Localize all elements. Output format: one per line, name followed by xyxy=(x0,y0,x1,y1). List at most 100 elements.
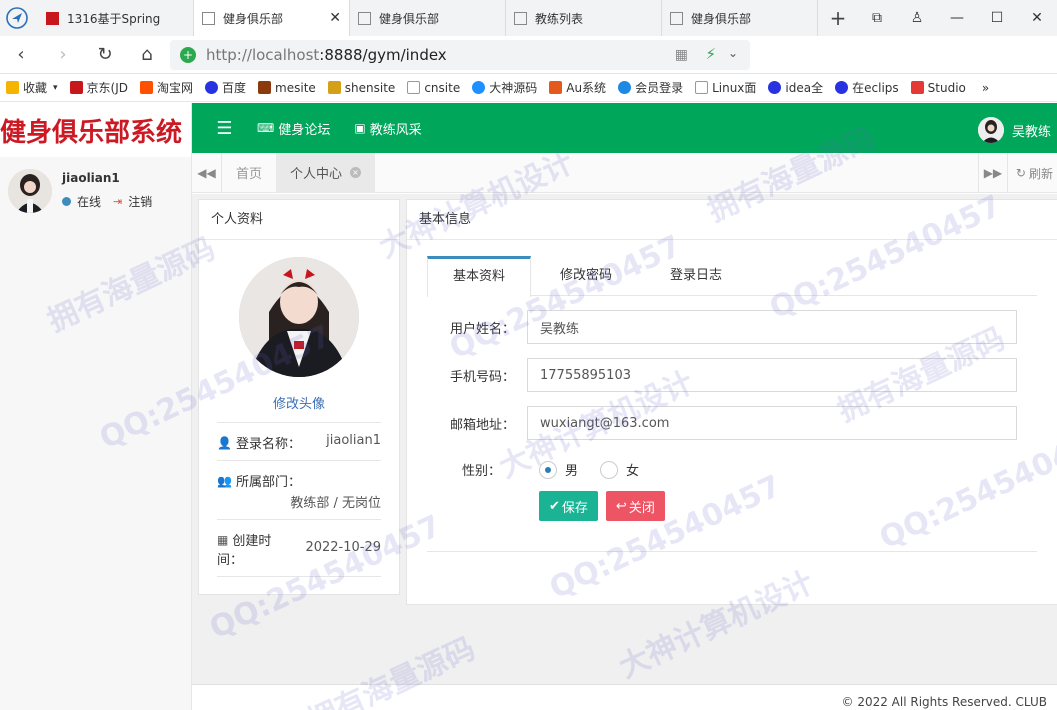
bookmark-item[interactable]: Au系统 xyxy=(549,79,606,96)
bookmark-item[interactable]: 会员登录 xyxy=(618,79,683,96)
email-input[interactable]: wuxiangt@163.com xyxy=(527,406,1017,440)
tabs-scroll-left-icon[interactable]: ◀◀ xyxy=(192,152,222,193)
bookmark-item[interactable]: Linux面 xyxy=(695,79,756,96)
shirt-icon[interactable]: ♙ xyxy=(897,10,937,26)
profile-info-list: 👤 登录名称： jiaolian1 👥 所属部门： 教练部 / 无岗位 ▦ 创建时 间… xyxy=(217,422,381,577)
bookmark-item[interactable]: 京东(JD xyxy=(69,79,128,96)
bookmarks-more-button[interactable]: » xyxy=(982,81,989,95)
bookmark-item[interactable]: 在eclips xyxy=(835,79,899,96)
close-window-icon[interactable]: ✕ xyxy=(1017,10,1057,26)
browser-logo-icon xyxy=(4,5,30,31)
new-tab-button[interactable]: + xyxy=(824,6,852,30)
bookmark-item[interactable]: idea全 xyxy=(768,79,823,96)
reload-icon[interactable]: ↻ xyxy=(84,44,126,65)
save-label: 保存 xyxy=(561,500,588,516)
form-buttons: ✔ 保存 ↩ 关闭 xyxy=(539,491,1037,521)
bookmark-item[interactable]: 百度 xyxy=(205,79,246,96)
forward-icon[interactable]: › xyxy=(42,44,84,65)
form-divider xyxy=(427,551,1037,552)
refresh-button[interactable]: ↻ 刷新 xyxy=(1008,165,1057,182)
browser-tab-5[interactable]: 健身俱乐部 xyxy=(662,0,818,36)
site-icon xyxy=(910,81,924,94)
browser-tab-2[interactable]: 健身俱乐部 ✕ xyxy=(194,0,350,36)
copyright-text: © 2022 All Rights Reserved. CLUB xyxy=(841,695,1048,709)
bookmark-item[interactable]: 淘宝网 xyxy=(140,79,193,96)
bookmark-item[interactable]: 收藏 ▾ xyxy=(6,79,58,96)
close-tab-icon[interactable]: × xyxy=(350,167,362,178)
browser-tab-4[interactable]: 教练列表 xyxy=(506,0,662,36)
created-label-1: 创建时 xyxy=(232,534,272,549)
login-name-row: 👤 登录名称： jiaolian1 xyxy=(217,422,381,460)
phone-label: 手机号码： xyxy=(449,369,515,385)
star-icon xyxy=(6,81,19,94)
close-button[interactable]: ↩ 关闭 xyxy=(605,491,665,521)
baidu-paw-icon xyxy=(835,81,849,94)
tabs-scroll-right-icon[interactable]: ▶▶ xyxy=(977,153,1008,193)
department-row: 👥 所属部门： 教练部 / 无岗位 xyxy=(217,460,381,519)
bookmark-item[interactable]: Studio xyxy=(910,81,966,95)
basic-info-form: 用户姓名： 吴教练 手机号码： 17755895103 邮箱地址： wuxian… xyxy=(427,310,1037,521)
tab-basic-info[interactable]: 基本资料 xyxy=(427,256,531,297)
home-icon[interactable]: ⌂ xyxy=(126,44,168,65)
tab-count-icon[interactable]: ⧉ xyxy=(857,10,897,26)
page-footer: © 2022 All Rights Reserved. CLUB xyxy=(192,684,1057,710)
tab-home[interactable]: 首页 xyxy=(222,153,276,193)
profile-avatar[interactable] xyxy=(239,257,359,377)
page-icon xyxy=(514,11,527,25)
gender-label: 性别： xyxy=(461,464,501,479)
nav-forum[interactable]: ⌨ 健身论坛 xyxy=(257,119,330,138)
back-icon[interactable]: ‹ xyxy=(0,44,42,65)
created-time-row: ▦ 创建时 间： 2022-10-29 xyxy=(217,519,381,577)
qr-code-icon[interactable]: ▦ xyxy=(675,47,688,63)
hamburger-icon[interactable]: ☰ xyxy=(192,118,257,139)
minimize-icon[interactable]: — xyxy=(937,10,977,26)
app-logo[interactable]: 健身俱乐部系统 xyxy=(0,112,182,149)
user-status: 在线 ⇥ 注销 xyxy=(62,193,152,210)
baidu-paw-icon xyxy=(768,81,782,94)
sign-out-icon[interactable]: ⇥ xyxy=(113,195,122,208)
nav-coach-showcase[interactable]: ▣ 教练风采 xyxy=(354,119,421,138)
gender-female-radio[interactable]: 女 xyxy=(600,460,639,479)
login-name-value: jiaolian1 xyxy=(326,433,381,448)
top-user-menu[interactable]: 吴教练 xyxy=(977,117,1051,143)
avatar xyxy=(8,169,52,213)
gender-male-label: 男 xyxy=(565,464,579,479)
maximize-icon[interactable]: ☐ xyxy=(977,10,1017,26)
reply-icon: ↩ xyxy=(615,498,627,514)
bookmark-item[interactable]: shensite xyxy=(327,81,395,95)
page-icon xyxy=(358,11,371,25)
browser-tab-1[interactable]: 1316基于Spring xyxy=(38,0,194,36)
close-tab-icon[interactable]: ✕ xyxy=(329,10,341,26)
browser-tab-3[interactable]: 健身俱乐部 xyxy=(350,0,506,36)
tab-personal-center[interactable]: 个人中心 × xyxy=(276,152,376,193)
chevron-down-icon[interactable]: ⌄ xyxy=(728,46,738,60)
name-label: 用户姓名： xyxy=(449,321,515,337)
change-avatar-link[interactable]: 修改头像 xyxy=(199,393,399,412)
url-input[interactable]: + http://localhost:8888/gym/index ▦ ⚡ ⌄ xyxy=(170,40,750,70)
save-button[interactable]: ✔ 保存 xyxy=(539,491,598,521)
gender-female-label: 女 xyxy=(626,464,640,479)
profile-card-title: 个人资料 xyxy=(199,200,399,240)
bookmark-item[interactable]: mesite xyxy=(258,81,316,95)
baidu-paw-icon xyxy=(205,81,219,94)
close-label: 关闭 xyxy=(628,500,655,516)
lightning-icon[interactable]: ⚡ xyxy=(705,45,716,63)
logout-link[interactable]: 注销 xyxy=(128,193,152,210)
gender-row: 性别： 男 女 xyxy=(427,460,1037,479)
window-controls: ⧉ ♙ — ☐ ✕ xyxy=(857,0,1057,36)
chevron-down-icon: ▾ xyxy=(53,82,58,93)
phone-input[interactable]: 17755895103 xyxy=(527,358,1017,392)
content-tabs-bar: ◀◀ 首页 个人中心 × ▶▶ ↻ 刷新 xyxy=(192,152,1057,193)
bookmark-item[interactable]: 大神源码 xyxy=(472,79,537,96)
refresh-icon: ↻ xyxy=(1015,166,1026,180)
basic-info-tabs: 基本资料 修改密码 登录日志 xyxy=(427,256,1037,297)
created-time-value: 2022-10-29 xyxy=(305,540,381,555)
gender-male-radio[interactable]: 男 xyxy=(539,460,578,479)
tab-login-log[interactable]: 登录日志 xyxy=(641,256,751,296)
keyboard-icon: ⌨ xyxy=(257,121,275,135)
bookmark-item[interactable]: cnsite xyxy=(407,81,460,95)
name-input[interactable]: 吴教练 xyxy=(527,310,1017,344)
basic-info-card: 基本信息 基本资料 修改密码 登录日志 用户姓名： 吴教练 手机号码： 1775… xyxy=(406,199,1057,605)
top-username: 吴教练 xyxy=(1011,124,1051,140)
tab-change-password[interactable]: 修改密码 xyxy=(531,256,641,296)
